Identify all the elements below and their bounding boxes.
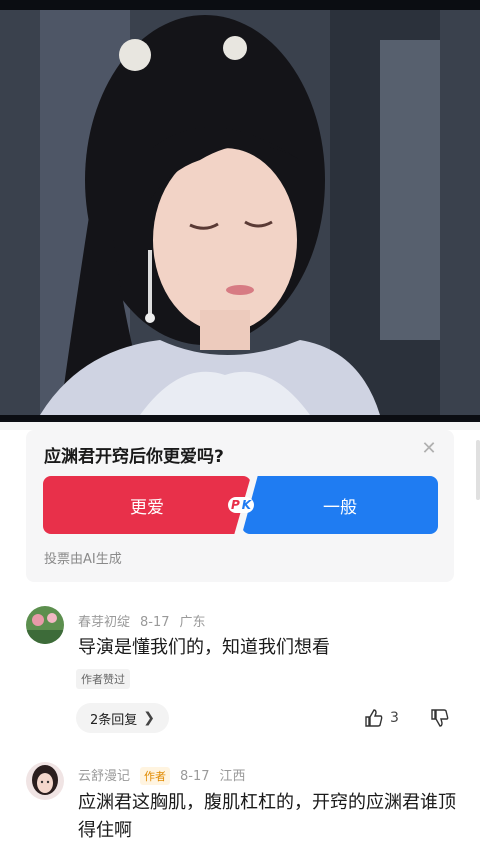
like-button[interactable]: 3 bbox=[364, 708, 399, 728]
pk-left-letter: P bbox=[227, 497, 241, 513]
pk-right-letter: K bbox=[240, 497, 255, 513]
vote-question: 应渊君开窍后你更爱吗? bbox=[44, 447, 224, 467]
avatar-image bbox=[26, 606, 64, 644]
comment-username[interactable]: 云舒漫记 bbox=[78, 769, 130, 784]
view-replies-button[interactable]: 2条回复 ❯ bbox=[76, 703, 170, 733]
comment-date: 8-17 bbox=[180, 769, 210, 784]
video-frame[interactable] bbox=[0, 10, 480, 415]
chevron-right-icon: ❯ bbox=[143, 710, 156, 726]
video-still-illustration bbox=[0, 10, 480, 415]
comment-text: 应渊君这胸肌，腹肌杠杠的，开窍的应渊君谁顶得住啊 bbox=[78, 792, 456, 841]
divider bbox=[0, 422, 480, 430]
author-tag: 作者 bbox=[140, 767, 171, 785]
vote-note: 投票由AI生成 bbox=[44, 552, 122, 567]
comment-date: 8-17 bbox=[140, 615, 170, 630]
video-player[interactable] bbox=[0, 0, 480, 422]
replies-label: 2条回复 bbox=[90, 712, 138, 728]
comment-region: 江西 bbox=[219, 769, 246, 784]
dislike-button[interactable] bbox=[430, 708, 450, 732]
close-icon[interactable]: ✕ bbox=[420, 440, 438, 458]
avatar-image bbox=[26, 762, 64, 800]
vote-more-label: 更爱 bbox=[130, 497, 164, 518]
thumbs-up-icon bbox=[365, 709, 383, 727]
vote-normal-button[interactable]: 一般 bbox=[242, 476, 438, 534]
vote-more-button[interactable]: 更爱 bbox=[43, 476, 251, 534]
author-liked-badge: 作者赞过 bbox=[76, 669, 130, 689]
like-count: 3 bbox=[390, 710, 399, 726]
scrollbar[interactable] bbox=[476, 440, 480, 500]
thumbs-down-icon bbox=[431, 709, 449, 727]
avatar[interactable] bbox=[26, 762, 64, 800]
comment-username[interactable]: 春芽初绽 bbox=[78, 615, 130, 630]
pk-badge: PK bbox=[226, 492, 256, 518]
avatar[interactable] bbox=[26, 606, 64, 644]
comment-meta: 春芽初绽 8-17 广东 bbox=[78, 611, 216, 630]
vote-card: 应渊君开窍后你更爱吗? ✕ 更爱 一般 PK 投票由AI生成 bbox=[26, 430, 454, 582]
comment-text: 导演是懂我们的，知道我们想看 bbox=[78, 637, 330, 658]
comment-meta: 云舒漫记 作者 8-17 江西 bbox=[78, 765, 256, 785]
comment-region: 广东 bbox=[179, 615, 206, 630]
vote-normal-label: 一般 bbox=[323, 497, 357, 518]
